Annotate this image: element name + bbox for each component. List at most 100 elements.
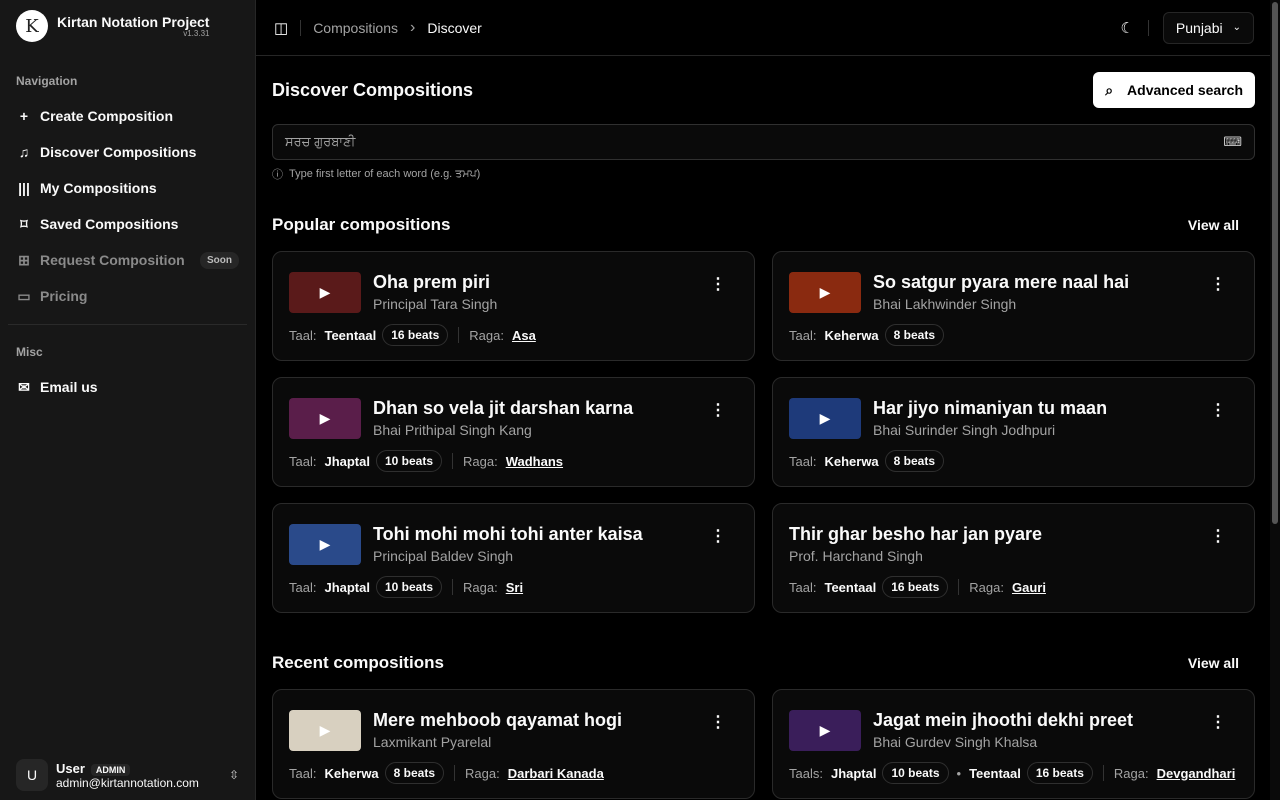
beats-badge: 10 beats — [376, 576, 442, 598]
composition-artist: Prof. Harchand Singh — [789, 548, 1042, 564]
keyboard-icon[interactable]: ⌨ — [1223, 134, 1242, 150]
logo: K — [16, 10, 48, 42]
more-options-icon[interactable]: ⋮ — [1210, 274, 1226, 294]
video-thumbnail[interactable]: ▶ — [289, 524, 361, 565]
raga-label: Raga: — [465, 766, 500, 781]
app-version: v1.3.31 — [57, 29, 209, 38]
scrollbar-thumb[interactable] — [1272, 2, 1278, 524]
composition-artist: Principal Baldev Singh — [373, 548, 643, 564]
credit-card-icon: ▭ — [16, 288, 32, 305]
sidebar-toggle-icon[interactable]: ◫ — [274, 19, 288, 37]
more-options-icon[interactable]: ⋮ — [710, 712, 726, 732]
divider — [454, 765, 455, 781]
taal-label: Taal: — [289, 580, 316, 595]
sidebar-item[interactable]: ✉Email us — [8, 369, 247, 405]
advanced-search-label: Advanced search — [1127, 82, 1243, 98]
mail-icon: ✉ — [16, 379, 32, 396]
misc-section-label: Misc — [0, 345, 255, 361]
taal-name: Keherwa — [324, 766, 378, 781]
composition-card[interactable]: ▶ Tohi mohi mohi tohi anter kaisa Princip… — [272, 503, 755, 613]
video-thumbnail[interactable]: ▶ — [789, 272, 861, 313]
composition-card[interactable]: Thir ghar besho har jan pyare Prof. Harch… — [772, 503, 1255, 613]
more-options-icon[interactable]: ⋮ — [710, 400, 726, 420]
video-thumbnail[interactable]: ▶ — [789, 710, 861, 751]
composition-title[interactable]: Tohi mohi mohi tohi anter kaisa — [373, 524, 643, 544]
raga-link[interactable]: Asa — [512, 328, 536, 343]
beats-badge: 10 beats — [376, 450, 442, 472]
brand[interactable]: K Kirtan Notation Project v1.3.31 — [0, 0, 255, 52]
composition-title[interactable]: Dhan so vela jit darshan karna — [373, 398, 633, 418]
moon-icon[interactable]: ☾ — [1120, 19, 1133, 37]
taal-name: Teentaal — [969, 766, 1021, 781]
recent-view-all-link[interactable]: View all — [1188, 655, 1255, 671]
soon-badge: Soon — [200, 252, 239, 269]
sidebar: K Kirtan Notation Project v1.3.31 Naviga… — [0, 0, 256, 800]
composition-card[interactable]: ▶ Mere mehboob qayamat hogi Laxmikant Pya… — [272, 689, 755, 799]
composition-title[interactable]: Mere mehboob qayamat hogi — [373, 710, 622, 730]
raga-link[interactable]: Darbari Kanada — [508, 766, 604, 781]
search-placeholder: ਸਰਚ ਗੁਰਬਾਣੀ — [285, 134, 355, 150]
raga-link[interactable]: Devgandhari — [1157, 766, 1236, 781]
composition-card[interactable]: ▶ Dhan so vela jit darshan karnaBhai Pri… — [272, 377, 755, 487]
more-options-icon[interactable]: ⋮ — [710, 526, 726, 546]
composition-card[interactable]: ▶ Oha prem piriPrincipal Tara Singh ⋮ Ta… — [272, 251, 755, 361]
composition-title[interactable]: Oha prem piri — [373, 272, 497, 292]
more-options-icon[interactable]: ⋮ — [1210, 400, 1226, 420]
more-options-icon[interactable]: ⋮ — [1210, 526, 1226, 546]
sidebar-item[interactable]: ⊞Request CompositionSoon — [8, 242, 247, 278]
more-options-icon[interactable]: ⋮ — [710, 274, 726, 294]
beats-badge: 8 beats — [885, 324, 944, 346]
taal-label: Taal: — [289, 328, 316, 343]
sidebar-item[interactable]: ▭Pricing — [8, 278, 247, 314]
taal-label: Taal: — [289, 454, 316, 469]
composition-card[interactable]: ▶ Jagat mein jhoothi dekhi preetBhai Gur… — [772, 689, 1255, 799]
search-input[interactable]: ਸਰਚ ਗੁਰਬਾਣੀ ⌨ — [272, 124, 1255, 160]
scrollbar[interactable] — [1270, 0, 1280, 800]
sidebar-item[interactable]: |||My Compositions — [8, 170, 247, 206]
advanced-search-button[interactable]: ⌕Advanced search — [1093, 72, 1255, 108]
video-thumbnail[interactable]: ▶ — [289, 710, 361, 751]
popular-view-all-link[interactable]: View all — [1188, 217, 1255, 233]
sidebar-item[interactable]: +Create Composition — [8, 98, 247, 134]
taal-label: Taal: — [789, 580, 816, 595]
language-value: Punjabi — [1176, 20, 1223, 36]
composition-title[interactable]: Jagat mein jhoothi dekhi preet — [873, 710, 1133, 730]
sidebar-item-label: Discover Compositions — [40, 144, 196, 160]
raga-link[interactable]: Wadhans — [506, 454, 563, 469]
composition-title[interactable]: So satgur pyara mere naal hai — [873, 272, 1129, 292]
beats-badge: 8 beats — [885, 450, 944, 472]
language-select[interactable]: Punjabi⌄ — [1163, 12, 1254, 44]
video-thumbnail[interactable]: ▶ — [789, 398, 861, 439]
library-icon: ||| — [16, 180, 32, 196]
composition-artist: Laxmikant Pyarelal — [373, 734, 622, 750]
beats-badge: 16 beats — [1027, 762, 1093, 784]
composition-card[interactable]: ▶ So satgur pyara mere naal haiBhai Lakh… — [772, 251, 1255, 361]
sidebar-item-label: Saved Compositions — [40, 216, 178, 232]
beats-badge: 16 beats — [882, 576, 948, 598]
video-thumbnail[interactable]: ▶ — [289, 272, 361, 313]
composition-title[interactable]: Thir ghar besho har jan pyare — [789, 524, 1042, 544]
raga-link[interactable]: Sri — [506, 580, 523, 595]
info-icon: ⓘ — [272, 166, 283, 182]
taal-label: Taal: — [789, 454, 816, 469]
taal-label: Taals: — [789, 766, 823, 781]
avatar: U — [16, 759, 48, 791]
dot-separator: • — [957, 766, 962, 781]
sidebar-item[interactable]: ♫Discover Compositions — [8, 134, 247, 170]
raga-link[interactable]: Gauri — [1012, 580, 1046, 595]
breadcrumb-discover: Discover — [427, 20, 481, 36]
bookmark-icon: ⌑ — [16, 216, 32, 233]
sidebar-item[interactable]: ⌑ Saved Compositions — [8, 206, 247, 242]
taal-name: Teentaal — [324, 328, 376, 343]
taal-name: Jhaptal — [831, 766, 877, 781]
user-name: User — [56, 761, 85, 776]
message-plus-icon: ⊞ — [16, 252, 32, 269]
nav-section-label: Navigation — [0, 74, 255, 90]
breadcrumb-compositions[interactable]: Compositions — [313, 20, 398, 36]
more-options-icon[interactable]: ⋮ — [1210, 712, 1226, 732]
divider — [1103, 765, 1104, 781]
user-menu[interactable]: U UserADMIN admin@kirtannotation.com ⇳ — [16, 758, 239, 792]
composition-title[interactable]: Har jiyo nimaniyan tu maan — [873, 398, 1107, 418]
video-thumbnail[interactable]: ▶ — [289, 398, 361, 439]
composition-card[interactable]: ▶ Har jiyo nimaniyan tu maanBhai Surinde… — [772, 377, 1255, 487]
